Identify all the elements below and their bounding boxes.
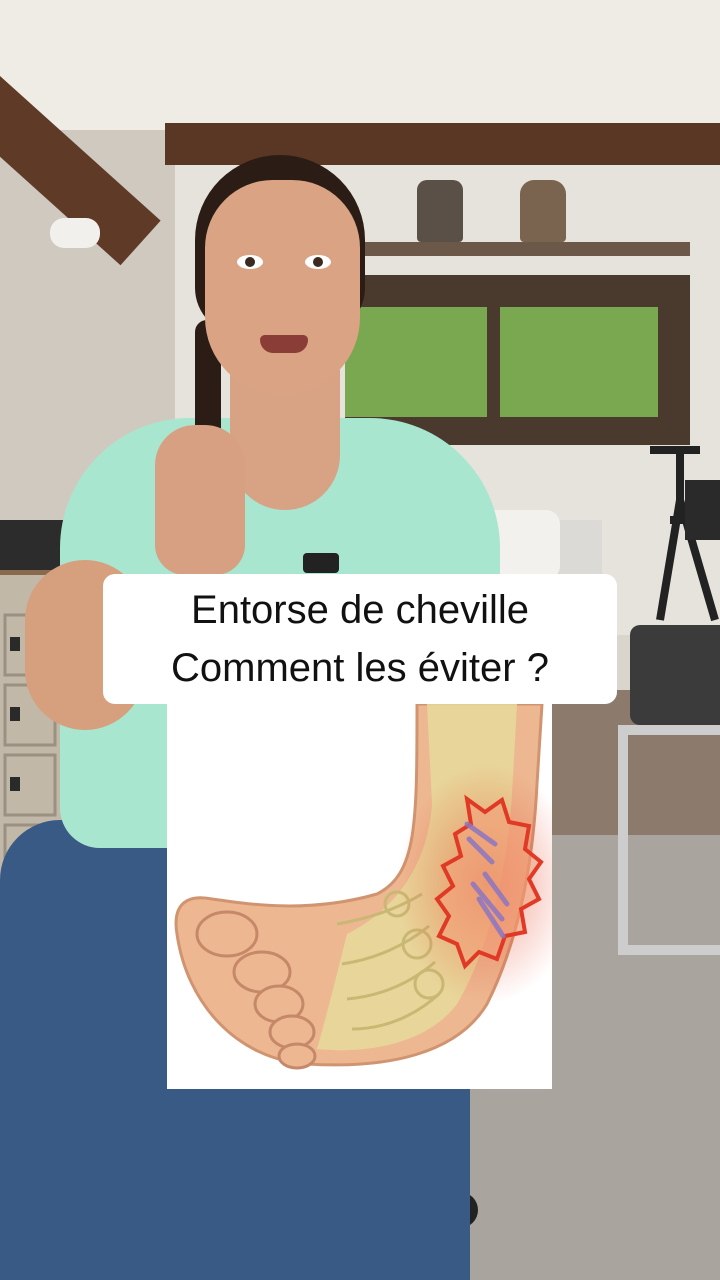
window-pane bbox=[345, 307, 487, 417]
ceiling bbox=[0, 0, 720, 135]
wall-shelf bbox=[360, 242, 690, 256]
person-eye bbox=[305, 255, 331, 269]
caption-line-1: Entorse de cheville bbox=[191, 588, 529, 632]
statue bbox=[417, 180, 463, 242]
person-mouth bbox=[260, 335, 308, 353]
person-hand bbox=[155, 425, 245, 575]
person-face bbox=[205, 180, 360, 395]
caption-line-2: Comment les éviter ? bbox=[171, 646, 549, 690]
ceiling-beam bbox=[165, 123, 720, 165]
statue bbox=[520, 180, 566, 242]
treatment-table bbox=[630, 625, 720, 725]
dark-case bbox=[0, 520, 65, 570]
ankle-sprain-illustration bbox=[167, 704, 552, 1089]
treatment-table-frame bbox=[618, 725, 720, 955]
window-pane bbox=[500, 307, 658, 417]
person-eye bbox=[237, 255, 263, 269]
lapel-microphone bbox=[303, 553, 339, 573]
exercise-bike bbox=[640, 440, 720, 630]
video-caption: Entorse de cheville Comment les éviter ? bbox=[103, 574, 617, 704]
wall-lamp bbox=[50, 218, 100, 248]
foot-diagram bbox=[174, 704, 552, 1070]
